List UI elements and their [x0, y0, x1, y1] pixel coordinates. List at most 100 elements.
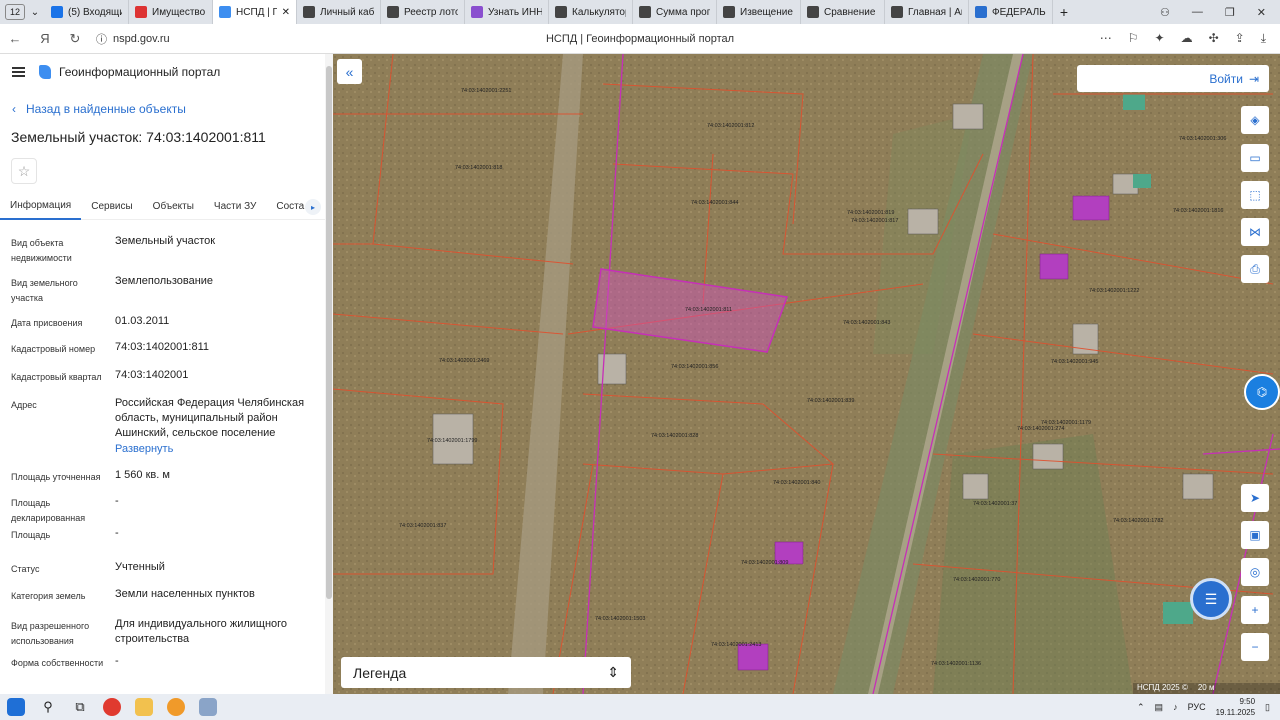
tabs-scroll-right-icon[interactable]: ▸: [305, 199, 321, 215]
volume-icon[interactable]: ♪: [1173, 702, 1178, 712]
cloud-icon[interactable]: ☁: [1181, 31, 1193, 46]
restore-icon[interactable]: ❐: [1225, 6, 1235, 19]
yandex-icon[interactable]: Я: [30, 31, 60, 46]
browser-tab[interactable]: Личный каби: [297, 0, 381, 24]
portal-logo[interactable]: Геоинформационный портал: [39, 65, 220, 79]
parcel-label[interactable]: 74:03:1402001:1799: [427, 438, 477, 444]
location-search-icon[interactable]: ◎: [1241, 558, 1269, 586]
parcel-label[interactable]: 74:03:1402001:2413: [711, 642, 761, 648]
parcel-label[interactable]: 74:03:1402001:819: [847, 210, 894, 216]
app-icon[interactable]: [160, 694, 192, 720]
expand-address-link[interactable]: Развернуть: [115, 442, 320, 457]
share-icon[interactable]: ⇪: [1235, 31, 1245, 46]
parcel-label[interactable]: 74:03:1402001:1222: [1089, 288, 1139, 294]
parcel-label[interactable]: 74:03:1402001:1136: [931, 661, 981, 667]
parcel-label[interactable]: 74:03:1402001:809: [741, 560, 788, 566]
collapse-panel-icon[interactable]: «: [337, 59, 362, 84]
layers-icon[interactable]: ◈: [1241, 106, 1269, 134]
url-field[interactable]: ⓘ nspd.gov.ru: [96, 31, 170, 47]
tray-arrow-icon[interactable]: ⌃: [1137, 702, 1145, 713]
download-icon[interactable]: ⤓: [1261, 31, 1266, 46]
zoom-in-icon[interactable]: +: [1241, 596, 1269, 624]
network-icon[interactable]: ▤: [1155, 702, 1164, 713]
parcel-label[interactable]: 74:03:1402001:812: [707, 123, 754, 129]
assistant-badge-icon[interactable]: ⌬: [1244, 374, 1280, 410]
task-view-icon[interactable]: ⧉: [64, 694, 96, 720]
parcel-label[interactable]: 74:03:1402001:1503: [595, 616, 645, 622]
parcel-label[interactable]: 74:03:1402001:811: [685, 307, 732, 313]
parcel-label[interactable]: 74:03:1402001:306: [1179, 136, 1226, 142]
browser-tab[interactable]: Узнать ИНН: [465, 0, 549, 24]
geolocation-icon[interactable]: ➤: [1241, 484, 1269, 512]
parcel-label[interactable]: 74:03:1402001:2469: [439, 358, 489, 364]
share-map-icon[interactable]: ⋈: [1241, 218, 1269, 246]
legend-dropdown[interactable]: Легенда ⇕: [341, 657, 631, 688]
parcel-label[interactable]: 74:03:1402001:1816: [1173, 208, 1223, 214]
browser-tab[interactable]: Сравнение р: [801, 0, 885, 24]
site-info-icon[interactable]: ⓘ: [96, 31, 107, 47]
panel-tab[interactable]: Информация: [0, 194, 82, 220]
puzzle-icon[interactable]: ✣: [1209, 31, 1219, 46]
parcel-label[interactable]: 74:03:1402001:274: [1017, 426, 1064, 432]
back-to-results-link[interactable]: ‹ Назад в найденные объекты: [12, 102, 186, 116]
zoom-out-icon[interactable]: −: [1241, 633, 1269, 661]
bookmark-icon[interactable]: ⚐: [1128, 31, 1139, 46]
parcel-label[interactable]: 74:03:1402001:37: [973, 501, 1017, 507]
ruler-icon[interactable]: ▭: [1241, 144, 1269, 172]
browser-tab[interactable]: Сумма пропи: [633, 0, 717, 24]
parcel-label[interactable]: 74:03:1402001:770: [953, 577, 1000, 583]
search-icon[interactable]: ⚲: [32, 694, 64, 720]
parcel-label[interactable]: 74:03:1402001:1782: [1113, 518, 1163, 524]
parcel-label[interactable]: 74:03:1402001:2251: [461, 88, 511, 94]
extension-icon[interactable]: ✦: [1155, 31, 1165, 46]
new-tab-button[interactable]: +: [1053, 4, 1075, 20]
browser-tab[interactable]: Реестр лотов: [381, 0, 465, 24]
map-view[interactable]: 74:03:1402001:2251 74:03:1402001:812 74:03…: [333, 54, 1280, 694]
windows-start-icon[interactable]: [0, 694, 32, 720]
select-area-icon[interactable]: ⬚: [1241, 181, 1269, 209]
language-indicator[interactable]: РУС: [1188, 702, 1206, 712]
clock[interactable]: 9:50 19.11.2025: [1216, 696, 1255, 718]
browser-tab[interactable]: Извещение о: [717, 0, 801, 24]
browser-tab[interactable]: НСПД | Гео ✕: [213, 0, 297, 24]
browser-tab[interactable]: Главная | Аш: [885, 0, 969, 24]
parcel-label[interactable]: 74:03:1402001:844: [691, 200, 738, 206]
login-button[interactable]: Войти ⇥: [1077, 65, 1269, 92]
minimap-icon[interactable]: ▣: [1241, 521, 1269, 549]
parcel-label[interactable]: 74:03:1402001:817: [851, 218, 898, 224]
notes-icon[interactable]: [192, 694, 224, 720]
parcel-label[interactable]: 74:03:1402001:828: [651, 433, 698, 439]
yandex-browser-icon[interactable]: [96, 694, 128, 720]
print-icon[interactable]: ⎙: [1241, 255, 1269, 283]
back-arrow-icon[interactable]: ←: [0, 31, 30, 46]
chat-icon[interactable]: ☰: [1190, 578, 1232, 620]
parcel-label[interactable]: 74:03:1402001:839: [807, 398, 854, 404]
close-window-icon[interactable]: ✕: [1257, 6, 1266, 19]
tab-count[interactable]: 12: [5, 4, 25, 20]
panel-scrollbar[interactable]: [325, 54, 333, 694]
reload-icon[interactable]: ↻: [60, 31, 90, 47]
browser-tab[interactable]: ФЕДЕРАЛЬН: [969, 0, 1053, 24]
parcel-label[interactable]: 74:03:1402001:945: [1051, 359, 1098, 365]
account-icon[interactable]: ⚇: [1160, 6, 1170, 19]
parcel-label[interactable]: 74:03:1402001:837: [399, 523, 446, 529]
parcel-label[interactable]: 74:03:1402001:818: [455, 165, 502, 171]
notifications-icon[interactable]: ▯: [1265, 702, 1270, 713]
minimize-icon[interactable]: —: [1192, 6, 1203, 19]
parcel-label[interactable]: 74:03:1402001:856: [671, 364, 718, 370]
scrollbar-thumb[interactable]: [326, 66, 332, 599]
panel-tab[interactable]: Сервисы: [81, 194, 142, 220]
favorite-star-icon[interactable]: ☆: [11, 158, 37, 184]
browser-tab[interactable]: Калькулятор: [549, 0, 633, 24]
tab-close-icon[interactable]: ✕: [282, 7, 290, 18]
panel-tab[interactable]: Части ЗУ: [204, 194, 266, 220]
file-explorer-icon[interactable]: [128, 694, 160, 720]
browser-tab[interactable]: (5) Входящие: [45, 0, 129, 24]
parcel-label[interactable]: 74:03:1402001:843: [843, 320, 890, 326]
panel-tab[interactable]: Объекты: [143, 194, 204, 220]
chevron-down-icon[interactable]: ⌄: [25, 7, 45, 18]
parcel-label[interactable]: 74:03:1402001:840: [773, 480, 820, 486]
browser-tab[interactable]: Имущество: [129, 0, 213, 24]
more-icon[interactable]: ⋯: [1100, 31, 1112, 46]
menu-icon[interactable]: [12, 67, 25, 77]
